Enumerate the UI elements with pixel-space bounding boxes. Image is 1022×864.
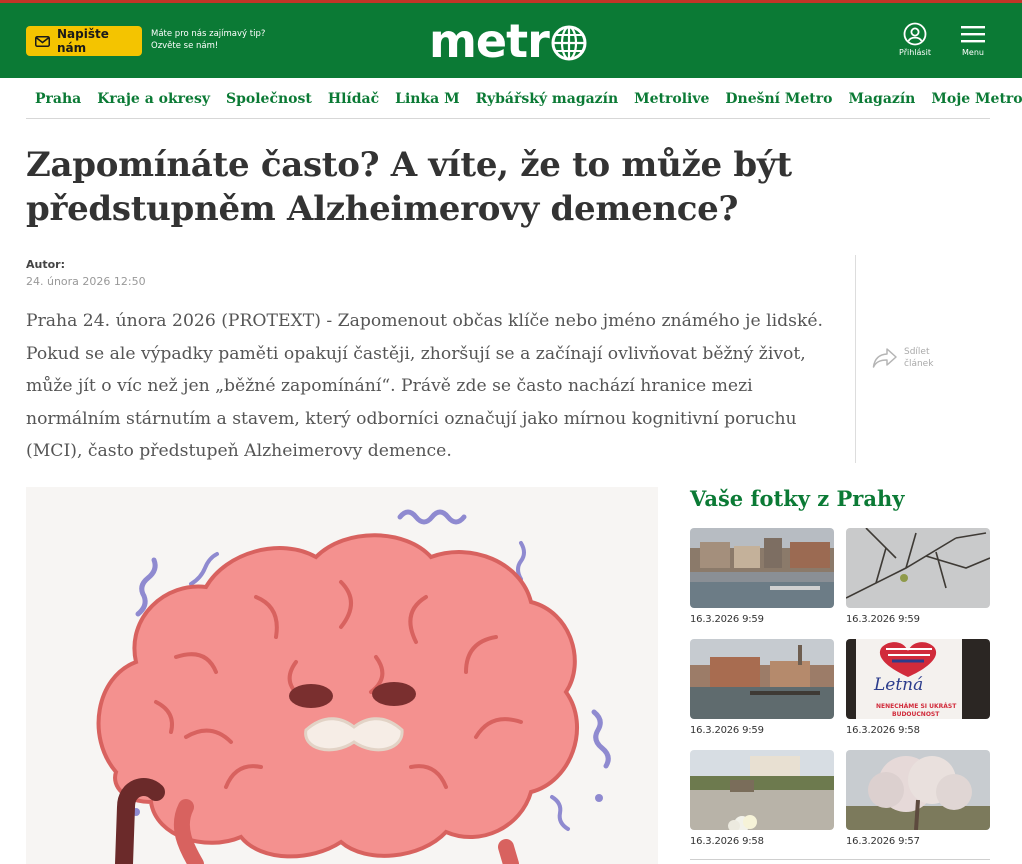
reader-photo-3-time: 16.3.2026 9:59: [690, 725, 764, 736]
share-label-line2: článek: [904, 359, 934, 369]
menu-button[interactable]: Menu: [949, 22, 997, 57]
tip-prompt-line1: Máte pro nás zajímavý tip?: [151, 29, 266, 39]
mail-icon: [35, 35, 50, 47]
article-title: Zapomínáte často? A víte, že to může být…: [26, 145, 792, 229]
login-label: Přihlásit: [899, 48, 931, 57]
reader-photo-5[interactable]: [690, 750, 834, 830]
menu-label: Menu: [962, 48, 984, 57]
logo-text: metr: [429, 14, 550, 68]
reader-photo-4[interactable]: Letná NENECHÁME SI UKRÁST BUDOUCNOST: [846, 639, 990, 719]
reader-photo-4-time: 16.3.2026 9:58: [846, 725, 920, 736]
nav-item-hlidac[interactable]: Hlídač: [328, 91, 379, 107]
login-button[interactable]: Přihlásit: [891, 22, 939, 57]
site-header: Napište nám Máte pro nás zajímavý tip? O…: [0, 3, 1022, 78]
write-us-label: Napište nám: [57, 27, 109, 55]
reader-photo-2[interactable]: [846, 528, 990, 608]
article-perex: Praha 24. února 2026 (PROTEXT) - Zapomen…: [26, 311, 824, 461]
brain-illustration: [26, 487, 658, 864]
share-arrow-icon: [872, 348, 897, 368]
reader-photo-4-sign-sub2: BUDOUCNOST: [892, 711, 940, 718]
nav-item-dnesni-metro[interactable]: Dnešní Metro: [725, 91, 832, 107]
reader-photo-4-sign: Letná: [874, 675, 924, 695]
tip-prompt: Máte pro nás zajímavý tip? Ozvěte se nám…: [151, 28, 265, 52]
nav-item-spolecnost[interactable]: Společnost: [226, 91, 312, 107]
main-nav: Praha Kraje a okresy Společnost Hlídač L…: [26, 80, 1022, 119]
globe-icon: [550, 24, 588, 62]
sidebar-divider: [690, 859, 990, 864]
hamburger-icon: [961, 26, 985, 43]
tip-prompt-line2: Ozvěte se nám!: [151, 41, 219, 51]
reader-photos-title[interactable]: Vaše fotky z Prahy: [690, 486, 904, 511]
nav-item-kraje[interactable]: Kraje a okresy: [97, 91, 210, 107]
reader-photo-2-time: 16.3.2026 9:59: [846, 614, 920, 625]
reader-photo-6-time: 16.3.2026 9:57: [846, 836, 920, 847]
reader-photo-6[interactable]: [846, 750, 990, 830]
write-us-button[interactable]: Napište nám: [26, 26, 142, 56]
share-divider: [855, 255, 856, 463]
reader-photo-3[interactable]: [690, 639, 834, 719]
publish-date: 24. února 2026 12:50: [26, 275, 146, 288]
nav-item-praha[interactable]: Praha: [35, 91, 81, 107]
nav-item-metrolive[interactable]: Metrolive: [634, 91, 709, 107]
article-image[interactable]: [26, 487, 658, 864]
metro-logo[interactable]: metr: [429, 15, 588, 67]
reader-photo-1-time: 16.3.2026 9:59: [690, 614, 764, 625]
nav-item-moje-metro[interactable]: Moje Metro: [931, 91, 1022, 107]
user-icon: [903, 22, 927, 46]
author-label: Autor:: [26, 258, 65, 271]
nav-item-rybarsky-magazin[interactable]: Rybářský magazín: [476, 91, 619, 107]
reader-photo-4-sign-sub1: NENECHÁME SI UKRÁST: [876, 703, 957, 710]
reader-photo-1[interactable]: [690, 528, 834, 608]
share-article-button[interactable]: Sdílet článek: [872, 346, 933, 370]
reader-photo-5-time: 16.3.2026 9:58: [690, 836, 764, 847]
nav-item-linka-m[interactable]: Linka M: [395, 91, 459, 107]
nav-item-magazin[interactable]: Magazín: [848, 91, 915, 107]
share-label-line1: Sdílet: [904, 347, 930, 357]
